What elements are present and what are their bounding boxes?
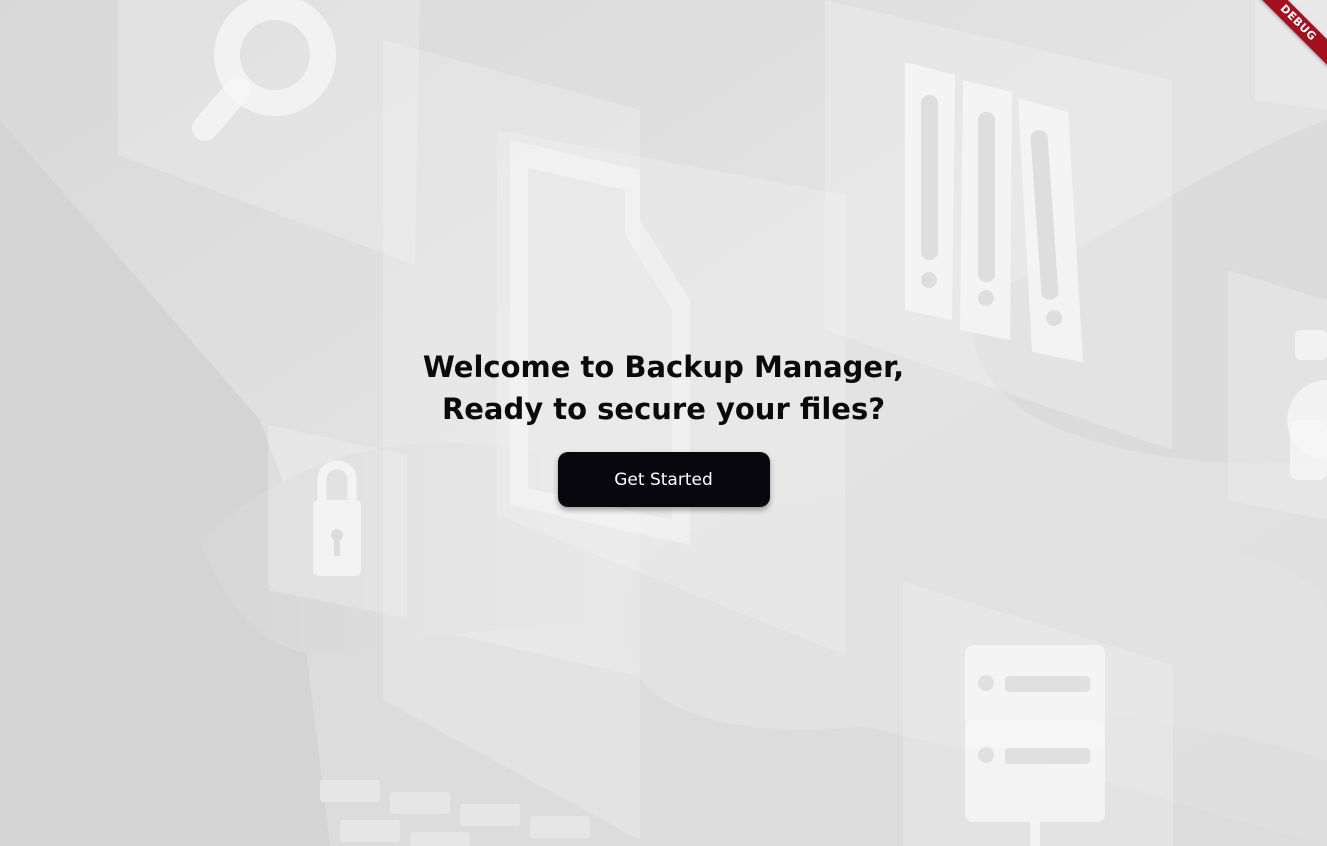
welcome-line-2: Ready to secure your files? [441, 392, 886, 426]
get-started-button[interactable]: Get Started [557, 452, 770, 507]
welcome-panel: Welcome to Backup Manager, Ready to secu… [0, 346, 1327, 507]
welcome-screen: Welcome to Backup Manager, Ready to secu… [0, 0, 1327, 846]
welcome-line-1: Welcome to Backup Manager, [422, 350, 905, 384]
welcome-heading: Welcome to Backup Manager, Ready to secu… [423, 346, 904, 430]
